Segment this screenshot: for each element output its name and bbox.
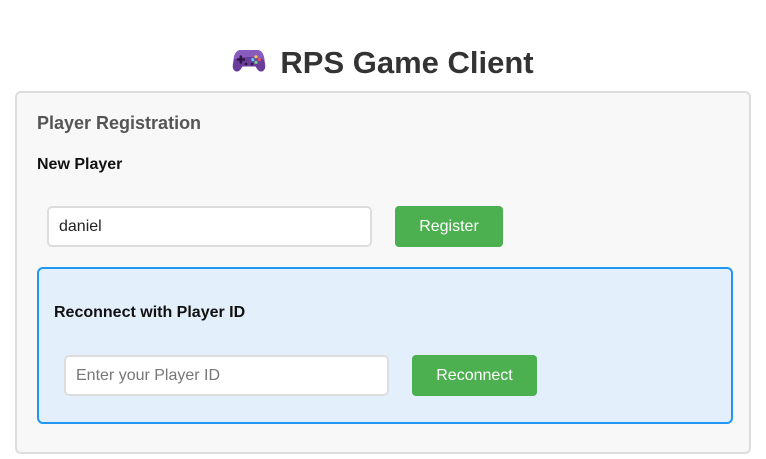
app-title-text: RPS Game Client	[280, 44, 534, 80]
register-button[interactable]: Register	[395, 206, 503, 247]
new-player-heading: New Player	[37, 156, 123, 173]
reconnect-section: Reconnect with Player ID Reconnect	[37, 267, 733, 424]
player-id-input[interactable]	[64, 355, 389, 396]
panel-heading: Player Registration	[37, 113, 202, 133]
reconnect-heading: Reconnect with Player ID	[54, 304, 246, 321]
gamepad-icon	[232, 43, 266, 83]
player-registration-panel: Player Registration New Player Register …	[15, 91, 751, 454]
reconnect-button[interactable]: Reconnect	[412, 355, 537, 396]
player-name-input[interactable]	[47, 206, 372, 247]
app-title: RPS Game Client	[0, 43, 766, 85]
